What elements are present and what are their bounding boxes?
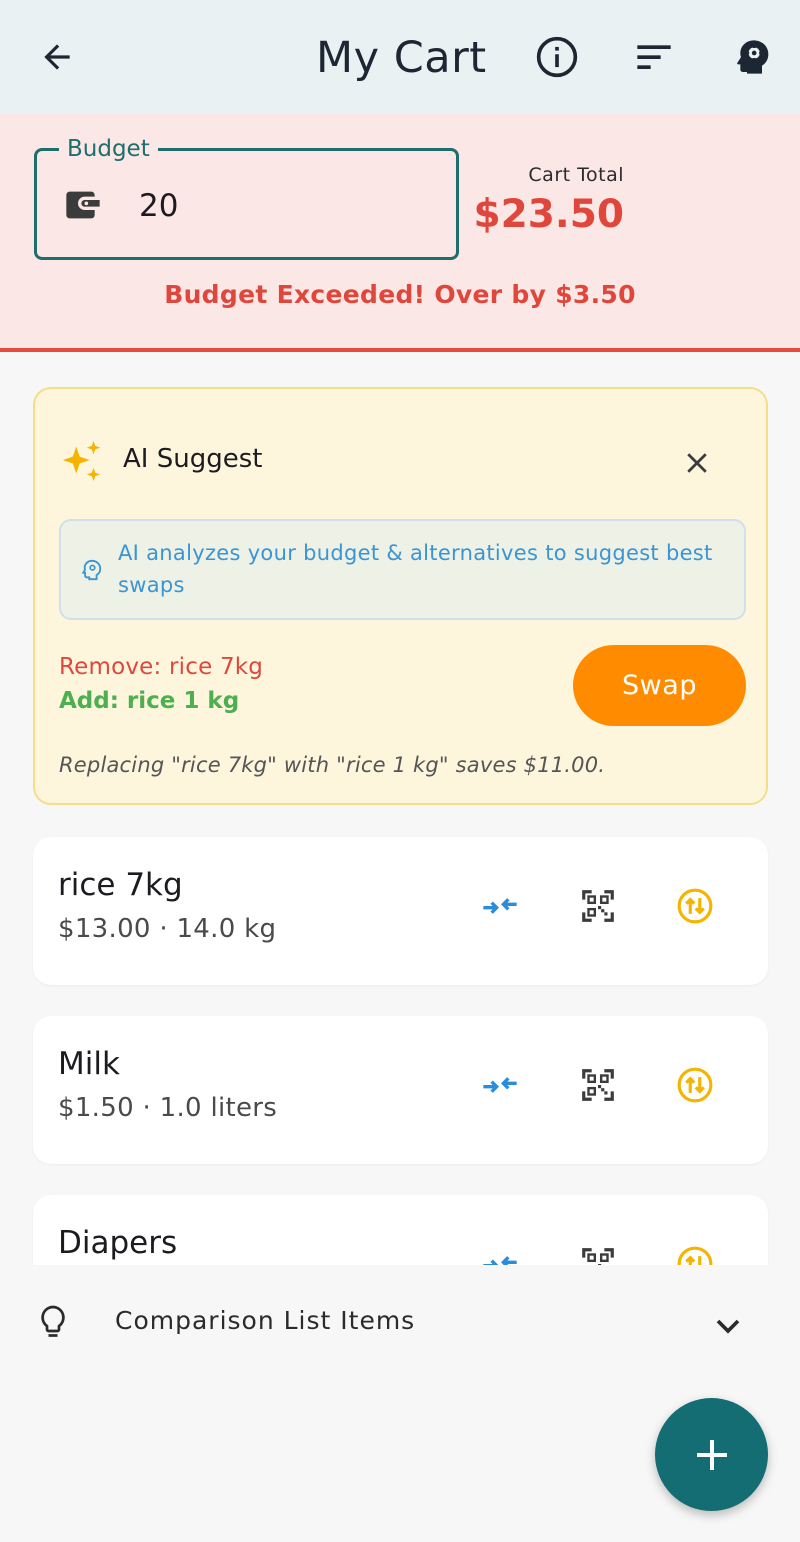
cart-item[interactable]: rice 7kg $13.00 · 14.0 kg	[33, 837, 768, 985]
comparison-list-label: Comparison List Items	[115, 1306, 416, 1335]
sparkle-icon	[62, 440, 101, 482]
compare-arrows-icon	[483, 1256, 517, 1265]
add-item-fab[interactable]	[655, 1398, 768, 1511]
swap-item-button[interactable]	[671, 1240, 719, 1265]
arrow-left-icon	[44, 44, 70, 70]
sort-button[interactable]	[626, 29, 682, 85]
info-icon	[536, 36, 578, 78]
qr-scan-button[interactable]	[574, 1061, 622, 1109]
swap-item-button[interactable]	[671, 882, 719, 930]
swap-button[interactable]: Swap	[573, 645, 746, 726]
qr-code-icon	[582, 890, 614, 922]
app-bar: My Cart	[0, 0, 800, 114]
ai-settings-button[interactable]	[724, 29, 780, 85]
swap-item-button[interactable]	[671, 1061, 719, 1109]
wallet-icon	[66, 191, 100, 219]
qr-scan-button[interactable]	[574, 1240, 622, 1265]
ai-savings-note: Replacing "rice 7kg" with "rice 1 kg" sa…	[59, 753, 606, 777]
compare-button[interactable]	[476, 1061, 524, 1109]
item-name: Milk	[58, 1046, 120, 1082]
sort-icon	[637, 45, 671, 69]
item-meta: $13.00 · 14.0 kg	[58, 914, 277, 944]
compare-button[interactable]	[476, 882, 524, 930]
budget-exceeded-warning: Budget Exceeded! Over by $3.50	[164, 280, 636, 309]
remove-suggestion: Remove: rice 7kg	[59, 654, 264, 680]
ai-suggest-card: AI Suggest AI analyzes your budget & alt…	[33, 387, 768, 805]
head-gear-icon	[737, 40, 769, 74]
item-name: Diapers	[58, 1225, 178, 1261]
budget-field[interactable]: Budget	[34, 134, 459, 260]
cart-item[interactable]: Milk $1.50 · 1.0 liters	[33, 1016, 768, 1164]
comparison-list-expander[interactable]: Comparison List Items	[0, 1265, 800, 1380]
budget-label: Budget	[59, 134, 158, 164]
budget-panel: Budget Cart Total $23.50 Budget Exceeded…	[0, 114, 800, 352]
ai-info-box: AI analyzes your budget & alternatives t…	[59, 519, 746, 620]
qr-scan-button[interactable]	[574, 882, 622, 930]
lightbulb-icon	[41, 1305, 65, 1337]
budget-input[interactable]	[139, 181, 439, 231]
item-meta: $1.50 · 1.0 liters	[58, 1093, 278, 1123]
chevron-down-icon	[716, 1319, 740, 1334]
info-button[interactable]	[529, 29, 585, 85]
cart-item-list[interactable]: rice 7kg $13.00 · 14.0 kg Milk $1.50 · 1…	[0, 820, 800, 1265]
ai-suggest-title: AI Suggest	[123, 444, 263, 474]
ai-info-text: AI analyzes your budget & alternatives t…	[118, 541, 713, 597]
qr-code-icon	[582, 1069, 614, 1101]
compare-button[interactable]	[476, 1240, 524, 1265]
add-suggestion: Add: rice 1 kg	[59, 688, 240, 714]
swap-circle-icon	[677, 1246, 713, 1265]
item-name: rice 7kg	[58, 867, 183, 903]
cart-total-label: Cart Total	[528, 164, 624, 186]
cart-total-value: $23.50	[473, 192, 625, 237]
cart-item[interactable]: Diapers	[33, 1195, 768, 1265]
close-icon	[687, 453, 707, 473]
swap-circle-icon	[677, 888, 713, 924]
compare-arrows-icon	[483, 898, 517, 914]
compare-arrows-icon	[483, 1077, 517, 1093]
qr-code-icon	[582, 1248, 614, 1265]
brain-icon	[81, 559, 102, 581]
swap-circle-icon	[677, 1067, 713, 1103]
page-title: My Cart	[316, 33, 487, 83]
back-button[interactable]	[29, 29, 85, 85]
close-ai-suggest-button[interactable]	[675, 441, 719, 485]
plus-icon	[696, 1439, 727, 1470]
